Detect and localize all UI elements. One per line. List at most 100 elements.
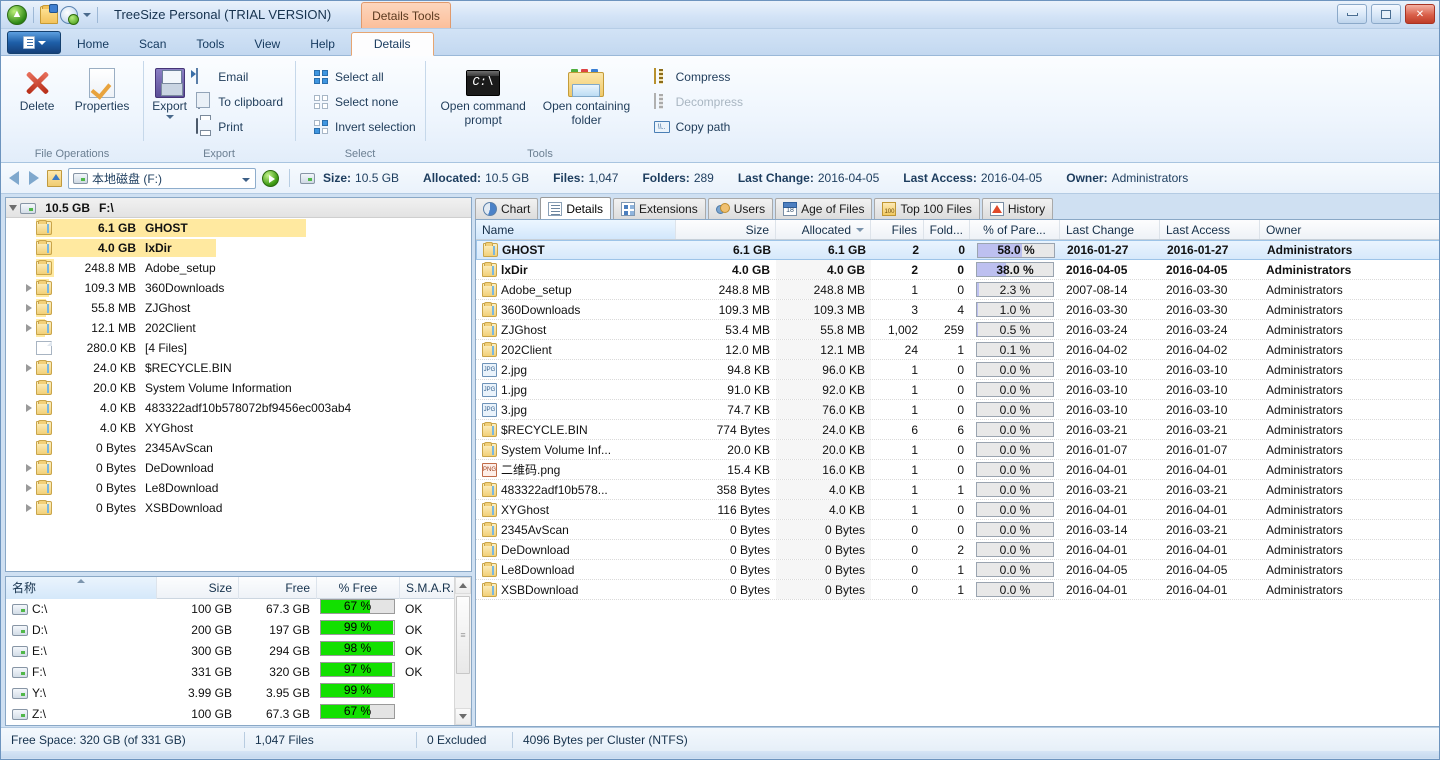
tree-row[interactable]: 55.8 MB ZJGhost [6,298,471,318]
drives-scroll-up-icon[interactable] [455,577,471,594]
details-row[interactable]: System Volume Inf... 20.0 KB 20.0 KB 1 0 0.0 … [476,440,1439,460]
details-row[interactable]: lxDir 4.0 GB 4.0 GB 2 0 38.0 % 2016-04-05 2016-… [476,260,1439,280]
scan-quick-icon[interactable] [60,5,79,25]
properties-button[interactable]: Properties [67,60,137,114]
drives-col-pct-free[interactable]: % Free [316,577,399,599]
drives-scroll-thumb[interactable]: ≡ [456,596,470,674]
tree-expander-icon[interactable] [22,464,36,472]
view-tab-top-100-files[interactable]: Top 100 Files [874,198,980,219]
copy-path-button[interactable]: \\.. Copy path [648,116,749,138]
details-row[interactable]: JPG 3.jpg 74.7 KB 76.0 KB 1 0 0.0 % 2016-03-10 2… [476,400,1439,420]
grid-column-name[interactable]: Name [476,220,676,239]
details-row[interactable]: GHOST 6.1 GB 6.1 GB 2 0 58.0 % 2016-01-27 2016-… [476,240,1439,260]
application-menu-button[interactable] [7,31,61,54]
drive-row[interactable]: Y:\ 3.99 GB 3.95 GB 99 % [6,683,471,704]
grid-column-last_access[interactable]: Last Access [1160,220,1260,239]
view-tab-extensions[interactable]: Extensions [613,198,706,219]
qat-chevron-down-icon[interactable] [83,12,91,17]
grid-column-allocated[interactable]: Allocated [776,220,871,239]
delete-button[interactable]: Delete [7,60,67,114]
tree-row[interactable]: 20.0 KB System Volume Information [6,378,471,398]
go-button[interactable] [262,169,279,187]
ribbon-tab-tools[interactable]: Tools [182,32,238,55]
drives-col-name[interactable]: 名称 [6,577,156,599]
path-input[interactable]: 本地磁盘 (F:) [68,167,256,189]
grid-column-pct_parent[interactable]: % of Pare... [970,220,1060,239]
forward-icon[interactable] [29,171,39,185]
tree-row[interactable]: 0 Bytes Le8Download [6,478,471,498]
details-grid[interactable]: Name Size Allocated Files Fold... % of Pare..… [475,219,1439,727]
invert-selection-button[interactable]: Invert selection [307,116,422,138]
back-icon[interactable] [9,171,19,185]
tree-row[interactable]: 109.3 MB 360Downloads [6,278,471,298]
view-tab-history[interactable]: History [981,198,1054,219]
ribbon-tab-help[interactable]: Help [296,32,349,55]
tree-expander-icon[interactable] [22,284,36,292]
tree-row[interactable]: 4.0 GB lxDir [6,238,471,258]
drives-col-free[interactable]: Free [238,577,316,599]
drive-row[interactable]: F:\ 331 GB 320 GB 97 % OK [6,662,471,683]
tree-row[interactable]: 4.0 KB XYGhost [6,418,471,438]
details-row[interactable]: XYGhost 116 Bytes 4.0 KB 1 0 0.0 % 2016-04-01 2… [476,500,1439,520]
tree-row[interactable]: 248.8 MB Adobe_setup [6,258,471,278]
details-row[interactable]: 483322adf10b578... 358 Bytes 4.0 KB 1 1 0.0 %… [476,480,1439,500]
tree-root-expander[interactable] [6,204,20,211]
path-chevron-down-icon[interactable] [242,177,250,182]
tree-expander-icon[interactable] [22,484,36,492]
open-folder-quick-icon[interactable] [40,3,58,24]
export-button[interactable]: Export [149,60,190,119]
tree-row[interactable]: 0 Bytes 2345AvScan [6,438,471,458]
close-button[interactable]: ✕ [1405,4,1435,24]
drives-scrollbar[interactable]: ≡ [454,577,471,725]
grid-column-owner[interactable]: Owner [1260,220,1439,239]
ribbon-tab-home[interactable]: Home [63,32,123,55]
details-row[interactable]: 202Client 12.0 MB 12.1 MB 24 1 0.1 % 2016-04-0… [476,340,1439,360]
grid-column-size[interactable]: Size [676,220,776,239]
drive-row[interactable]: D:\ 200 GB 197 GB 99 % OK [6,620,471,641]
view-tab-users[interactable]: Users [707,198,774,219]
details-row[interactable]: 360Downloads 109.3 MB 109.3 MB 3 4 1.0 % 2016-… [476,300,1439,320]
details-row[interactable]: DeDownload 0 Bytes 0 Bytes 0 2 0.0 % 2016-04-0… [476,540,1439,560]
details-row[interactable]: Le8Download 0 Bytes 0 Bytes 0 1 0.0 % 2016-04-… [476,560,1439,580]
open-containing-folder-button[interactable]: Open containing folder [535,60,637,128]
print-button[interactable]: Print [190,116,289,138]
details-row[interactable]: 2345AvScan 0 Bytes 0 Bytes 0 0 0.0 % 2016-03-1… [476,520,1439,540]
ribbon-tab-view[interactable]: View [240,32,294,55]
details-row[interactable]: XSBDownload 0 Bytes 0 Bytes 0 1 0.0 % 2016-04-… [476,580,1439,600]
select-all-button[interactable]: Select all [307,66,422,88]
tree-row[interactable]: 12.1 MB 202Client [6,318,471,338]
to-clipboard-button[interactable]: To clipboard [190,91,289,113]
grid-column-folders[interactable]: Fold... [924,220,970,239]
details-row[interactable]: PNG 二维码.png 15.4 KB 16.0 KB 1 0 0.0 % 2016-04-0… [476,460,1439,480]
view-tab-details[interactable]: Details [540,197,612,219]
minimize-button[interactable] [1337,4,1367,24]
grid-column-files[interactable]: Files [871,220,924,239]
email-button[interactable]: Email [190,66,289,88]
drives-col-size[interactable]: Size [156,577,238,599]
tree-expander-icon[interactable] [22,304,36,312]
details-row[interactable]: $RECYCLE.BIN 774 Bytes 24.0 KB 6 6 0.0 % 2016-… [476,420,1439,440]
tree-row[interactable]: 24.0 KB $RECYCLE.BIN [6,358,471,378]
drives-scroll-down-icon[interactable] [455,708,471,725]
maximize-button[interactable] [1371,4,1401,24]
select-none-button[interactable]: Select none [307,91,422,113]
tree-expander-icon[interactable] [22,504,36,512]
grid-column-last_change[interactable]: Last Change [1060,220,1160,239]
drive-row[interactable]: E:\ 300 GB 294 GB 98 % OK [6,641,471,662]
export-chevron-down-icon[interactable] [165,114,174,119]
details-row[interactable]: Adobe_setup 248.8 MB 248.8 MB 1 0 2.3 % 2007-0… [476,280,1439,300]
details-row[interactable]: ZJGhost 53.4 MB 55.8 MB 1,002 259 0.5 % 2016-0… [476,320,1439,340]
tree-row[interactable]: 0 Bytes XSBDownload [6,498,471,518]
drives-panel[interactable]: 名称 Size Free % Free S.M.A.R.T. C:\ 100 GB… [5,576,472,726]
compress-button[interactable]: Compress [648,66,749,88]
drive-row[interactable]: Z:\ 100 GB 67.3 GB 67 % [6,704,471,725]
tree-root-row[interactable]: 10.5 GB F:\ [6,198,471,218]
ribbon-tab-scan[interactable]: Scan [125,32,180,55]
view-tab-chart[interactable]: Chart [475,198,539,219]
details-row[interactable]: JPG 1.jpg 91.0 KB 92.0 KB 1 0 0.0 % 2016-03-10 2… [476,380,1439,400]
tree-row[interactable]: 0 Bytes DeDownload [6,458,471,478]
details-row[interactable]: JPG 2.jpg 94.8 KB 96.0 KB 1 0 0.0 % 2016-03-10 2… [476,360,1439,380]
tree-expander-icon[interactable] [22,404,36,412]
drive-row[interactable]: C:\ 100 GB 67.3 GB 67 % OK [6,599,471,620]
up-folder-icon[interactable] [47,169,62,187]
